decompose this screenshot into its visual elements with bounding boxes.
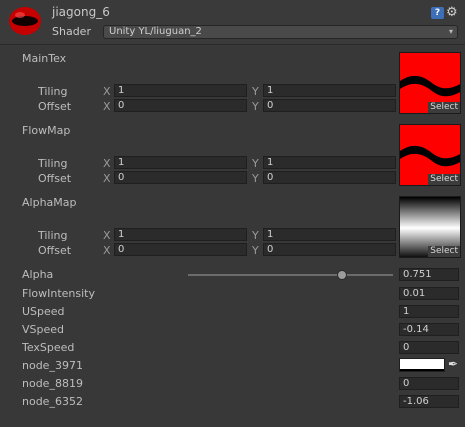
alpha-slider-thumb[interactable] <box>336 270 347 280</box>
uspeed-label: USpeed <box>22 305 65 318</box>
alphamap-select-button[interactable]: Select <box>428 246 460 257</box>
maintex-tiling-x-label: X <box>103 85 111 98</box>
flowintensity-label: FlowIntensity <box>22 287 95 300</box>
maintex-select-button[interactable]: Select <box>428 102 460 113</box>
alpha-label: Alpha <box>22 268 54 281</box>
flowmap-offset-x-field[interactable]: 0 <box>114 171 247 184</box>
flowmap-tiling-y-label: Y <box>252 157 259 170</box>
node-6352-label: node_6352 <box>22 395 83 408</box>
flowmap-label: FlowMap <box>22 124 71 137</box>
node-8819-field[interactable]: 0 <box>399 377 459 390</box>
node-3971-label: node_3971 <box>22 359 83 372</box>
node-8819-label: node_8819 <box>22 377 83 390</box>
alphamap-tiling-x-label: X <box>103 229 111 242</box>
shader-dropdown[interactable]: Unity YL/liuguan_2 ▾ <box>103 25 458 39</box>
maintex-tiling-y-label: Y <box>252 85 259 98</box>
alpha-value-field[interactable]: 0.751 <box>399 268 459 281</box>
flowmap-tiling-label: Tiling <box>38 157 68 170</box>
alphamap-offset-y-label: Y <box>252 244 259 257</box>
flowmap-offset-y-label: Y <box>252 172 259 185</box>
alphamap-label: AlphaMap <box>22 196 77 209</box>
maintex-tiling-x-field[interactable]: 1 <box>114 84 247 97</box>
alphamap-offset-y-field[interactable]: 0 <box>263 243 396 256</box>
material-name: jiagong_6 <box>52 5 110 19</box>
maintex-label: MainTex <box>22 52 67 65</box>
shader-dropdown-value: Unity YL/liuguan_2 <box>109 26 202 37</box>
flowintensity-field[interactable]: 0.01 <box>399 287 459 300</box>
flowmap-tiling-y-field[interactable]: 1 <box>263 156 396 169</box>
chevron-down-icon: ▾ <box>448 27 453 36</box>
flowmap-offset-x-label: X <box>103 172 111 185</box>
node-6352-field[interactable]: -1.06 <box>399 395 459 408</box>
material-sphere-icon <box>9 7 41 35</box>
maintex-offset-x-label: X <box>103 100 111 113</box>
flowmap-offset-label: Offset <box>38 172 72 185</box>
help-icon[interactable]: ? <box>431 7 444 19</box>
eyedropper-icon[interactable]: ✒ <box>448 357 458 371</box>
maintex-texture-slot[interactable]: Select <box>399 52 461 114</box>
flowmap-tiling-x-label: X <box>103 157 111 170</box>
texspeed-field[interactable]: 0 <box>399 341 459 354</box>
alphamap-offset-label: Offset <box>38 244 72 257</box>
alphamap-offset-x-field[interactable]: 0 <box>114 243 247 256</box>
gear-icon[interactable]: ⚙ <box>446 5 458 20</box>
alphamap-tiling-label: Tiling <box>38 229 68 242</box>
material-header: jiagong_6 Shader Unity YL/liuguan_2 ▾ ? … <box>0 0 465 45</box>
uspeed-field[interactable]: 1 <box>399 305 459 318</box>
shader-label: Shader <box>52 25 91 38</box>
alphamap-tiling-y-field[interactable]: 1 <box>263 228 396 241</box>
maintex-tiling-label: Tiling <box>38 85 68 98</box>
alphamap-tiling-x-field[interactable]: 1 <box>114 228 247 241</box>
flowmap-tiling-x-field[interactable]: 1 <box>114 156 247 169</box>
vspeed-field[interactable]: -0.14 <box>399 323 459 336</box>
maintex-offset-y-label: Y <box>252 100 259 113</box>
alphamap-offset-x-label: X <box>103 244 111 257</box>
texspeed-label: TexSpeed <box>22 341 75 354</box>
flowmap-offset-y-field[interactable]: 0 <box>263 171 396 184</box>
flowmap-texture-slot[interactable]: Select <box>399 124 461 186</box>
alpha-slider-track[interactable] <box>188 274 393 276</box>
alpha-bar <box>400 369 444 371</box>
maintex-offset-x-field[interactable]: 0 <box>114 99 247 112</box>
vspeed-label: VSpeed <box>22 323 65 336</box>
alphamap-texture-slot[interactable]: Select <box>399 196 461 258</box>
node-3971-color-swatch[interactable] <box>399 358 445 372</box>
alphamap-tiling-y-label: Y <box>252 229 259 242</box>
maintex-offset-y-field[interactable]: 0 <box>263 99 396 112</box>
maintex-tiling-y-field[interactable]: 1 <box>263 84 396 97</box>
flowmap-select-button[interactable]: Select <box>428 174 460 185</box>
maintex-offset-label: Offset <box>38 100 72 113</box>
